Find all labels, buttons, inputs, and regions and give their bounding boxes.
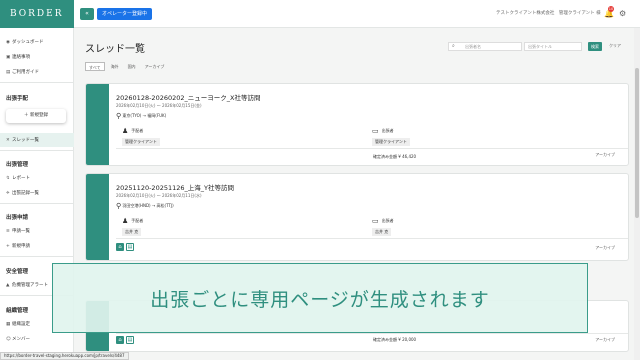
- traveler-search-input[interactable]: ⌕ 出張者名: [448, 42, 522, 51]
- app-logo[interactable]: BORDER: [0, 0, 74, 28]
- card-divider: [116, 148, 628, 149]
- gear-icon[interactable]: ⚙: [619, 9, 626, 19]
- collapse-sidebar-button[interactable]: «: [80, 8, 94, 20]
- person-icon: ♟: [122, 217, 129, 225]
- card-divider: [116, 238, 628, 239]
- sidebar-divider: [0, 203, 74, 204]
- thread-route: ⚲ 東京(TYO) → 福岡(FUK): [116, 112, 167, 120]
- sidebar-item-new-application[interactable]: + 新規申請: [6, 243, 30, 249]
- sidebar-item-dashboard[interactable]: ◉ ダッシュボード: [6, 39, 44, 45]
- service-icons: ⌂ ▤: [116, 243, 134, 251]
- confirmed-amount: 確定済み金額 ¥ 46,420: [373, 154, 417, 159]
- traveler-tag: 吉井 克: [372, 228, 392, 236]
- tab-all[interactable]: すべて: [85, 62, 105, 71]
- sidebar-heading-application: 出張申請: [6, 215, 29, 221]
- sidebar-divider: [0, 256, 74, 257]
- sidebar-item-application-list[interactable]: ≡ 申請一覧: [6, 228, 30, 234]
- hotel-icon: ⌂: [116, 243, 124, 251]
- new-registration-button[interactable]: ＋ 新規登録: [6, 109, 66, 123]
- service-icons: ⌂ ▤: [116, 336, 134, 344]
- thread-title[interactable]: 20260128-20260202_ニューヨーク_X社等訪問: [116, 92, 260, 102]
- archive-button[interactable]: アーカイブ: [595, 245, 615, 251]
- sidebar-item-org-settings[interactable]: ▦ 組織設定: [6, 321, 30, 327]
- tab-archive[interactable]: アーカイブ: [142, 62, 168, 71]
- filter-tabs: すべて 海外 国内 アーカイブ: [85, 62, 167, 71]
- arranger-tag: 吉井 克: [122, 228, 142, 236]
- card-accent-bar: [86, 84, 109, 165]
- search-button[interactable]: 検索: [588, 42, 602, 51]
- traveler-tag: 管理クライアント: [372, 138, 410, 146]
- sidebar-heading-arrangement: 出張手配: [6, 96, 29, 102]
- search-icon: ⌕: [452, 43, 455, 49]
- id-card-icon: ▭: [372, 127, 379, 135]
- archive-button[interactable]: アーカイブ: [595, 152, 615, 158]
- sidebar-item-guide[interactable]: ▤ ご利用ガイド: [6, 69, 39, 75]
- document-icon: ▤: [126, 336, 134, 344]
- tab-overseas[interactable]: 海外: [108, 62, 122, 71]
- traveler-label: ▭ 出張者: [372, 127, 394, 135]
- arranger-tag: 管理クライアント: [122, 138, 160, 146]
- archive-button[interactable]: アーカイブ: [595, 337, 615, 343]
- sidebar-item-notices[interactable]: ▣ 連絡事項: [6, 54, 30, 60]
- thread-dates: 2026年02月10日(火) 〜 2026年02月15日(金): [116, 103, 202, 108]
- tab-domestic[interactable]: 国内: [125, 62, 139, 71]
- sidebar-item-threads[interactable]: ✕ スレッド一覧: [6, 137, 39, 143]
- document-icon: ▤: [126, 243, 134, 251]
- notification-badge: 10: [608, 6, 614, 12]
- confirmed-amount: 確定済み金額 ¥ 20,000: [373, 337, 417, 342]
- arranger-label: ♟ 手配者: [122, 217, 144, 225]
- sidebar-divider: [0, 150, 74, 151]
- id-card-icon: ▭: [372, 217, 379, 225]
- sidebar-heading-safety: 安全管理: [6, 269, 29, 275]
- sidebar-heading-management: 出張管理: [6, 162, 29, 168]
- thread-route: ⚲ 羽田空港(HND) → 高松(TTJ): [116, 202, 174, 210]
- card-divider: [116, 333, 628, 334]
- status-url: https://border-travel-staging.herokuapp.…: [0, 352, 129, 360]
- thread-dates: 2026年02月10日(火) 〜 2026年02月11日(水): [116, 193, 202, 198]
- map-pin-icon: ⚲: [116, 112, 122, 120]
- map-pin-icon: ⚲: [116, 202, 122, 210]
- hotel-icon: ⌂: [116, 336, 124, 344]
- operator-button[interactable]: オペレーター登録中: [97, 8, 153, 20]
- sidebar-divider: [0, 82, 74, 83]
- caption-text: 出張ごとに専用ページが生成されます: [150, 288, 490, 311]
- top-bar: BORDER « オペレーター登録中 テストクライアント株式会社 管理クライアン…: [0, 0, 640, 28]
- arranger-label: ♟ 手配者: [122, 127, 144, 135]
- sidebar-heading-organization: 組織管理: [6, 308, 29, 314]
- page-title: スレッド一覧: [85, 44, 145, 55]
- thread-card[interactable]: 20260128-20260202_ニューヨーク_X社等訪問 2026年02月1…: [85, 83, 629, 166]
- sidebar-item-crisis-alert[interactable]: ▲ 危機管理アラート: [6, 282, 48, 288]
- clear-link[interactable]: クリア: [609, 43, 621, 49]
- thread-title[interactable]: 20251120-20251126_上海_Y社等訪問: [116, 182, 234, 192]
- company-user-label: テストクライアント株式会社 管理クライアント 様: [496, 11, 601, 16]
- sidebar-item-members[interactable]: ☺メンバー: [6, 336, 30, 342]
- person-icon: ♟: [122, 127, 129, 135]
- traveler-label: ▭ 出張者: [372, 217, 394, 225]
- scrollbar[interactable]: [634, 28, 640, 360]
- sidebar-item-report[interactable]: ↯ レポート: [6, 175, 30, 181]
- caption-overlay: 出張ごとに専用ページが生成されます: [52, 263, 588, 333]
- title-search-input[interactable]: 出張タイトル: [524, 42, 582, 51]
- scrollbar-thumb[interactable]: [635, 68, 639, 218]
- thread-card[interactable]: 20251120-20251126_上海_Y社等訪問 2026年02月10日(火…: [85, 173, 629, 261]
- sidebar-item-records[interactable]: ✈ 出張記録一覧: [6, 190, 39, 196]
- card-accent-bar: [86, 174, 109, 260]
